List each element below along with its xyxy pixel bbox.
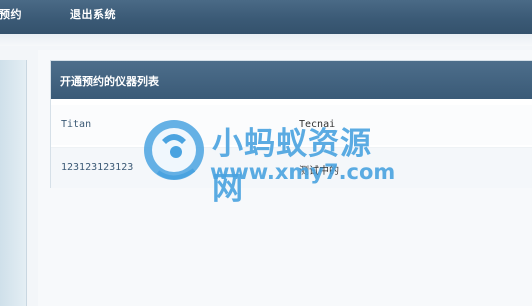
instrument-table: Titan Tecnai 123123123123 测试中的: [51, 99, 532, 188]
panel-title: 开通预约的仪器列表: [60, 75, 159, 88]
table-row: 123123123123 测试中的: [51, 147, 532, 188]
table-row: Titan Tecnai: [51, 105, 532, 145]
header-divider: [0, 34, 532, 46]
instrument-model: Tecnai: [299, 119, 336, 130]
instrument-model: 测试中的: [299, 166, 339, 177]
nav-item-reservation[interactable]: 预约: [0, 6, 22, 22]
left-side-panel: [0, 60, 27, 306]
top-nav-bar: 预约 退出系统: [0, 0, 532, 34]
instrument-name-link[interactable]: 123123123123: [61, 162, 133, 173]
instrument-name-link[interactable]: Titan: [61, 119, 91, 130]
panel-header: 开通预约的仪器列表: [51, 61, 532, 99]
instrument-list-panel: 开通预约的仪器列表 Titan Tecnai 123123123123 测试中的: [50, 60, 532, 188]
nav-item-logout[interactable]: 退出系统: [70, 6, 116, 22]
